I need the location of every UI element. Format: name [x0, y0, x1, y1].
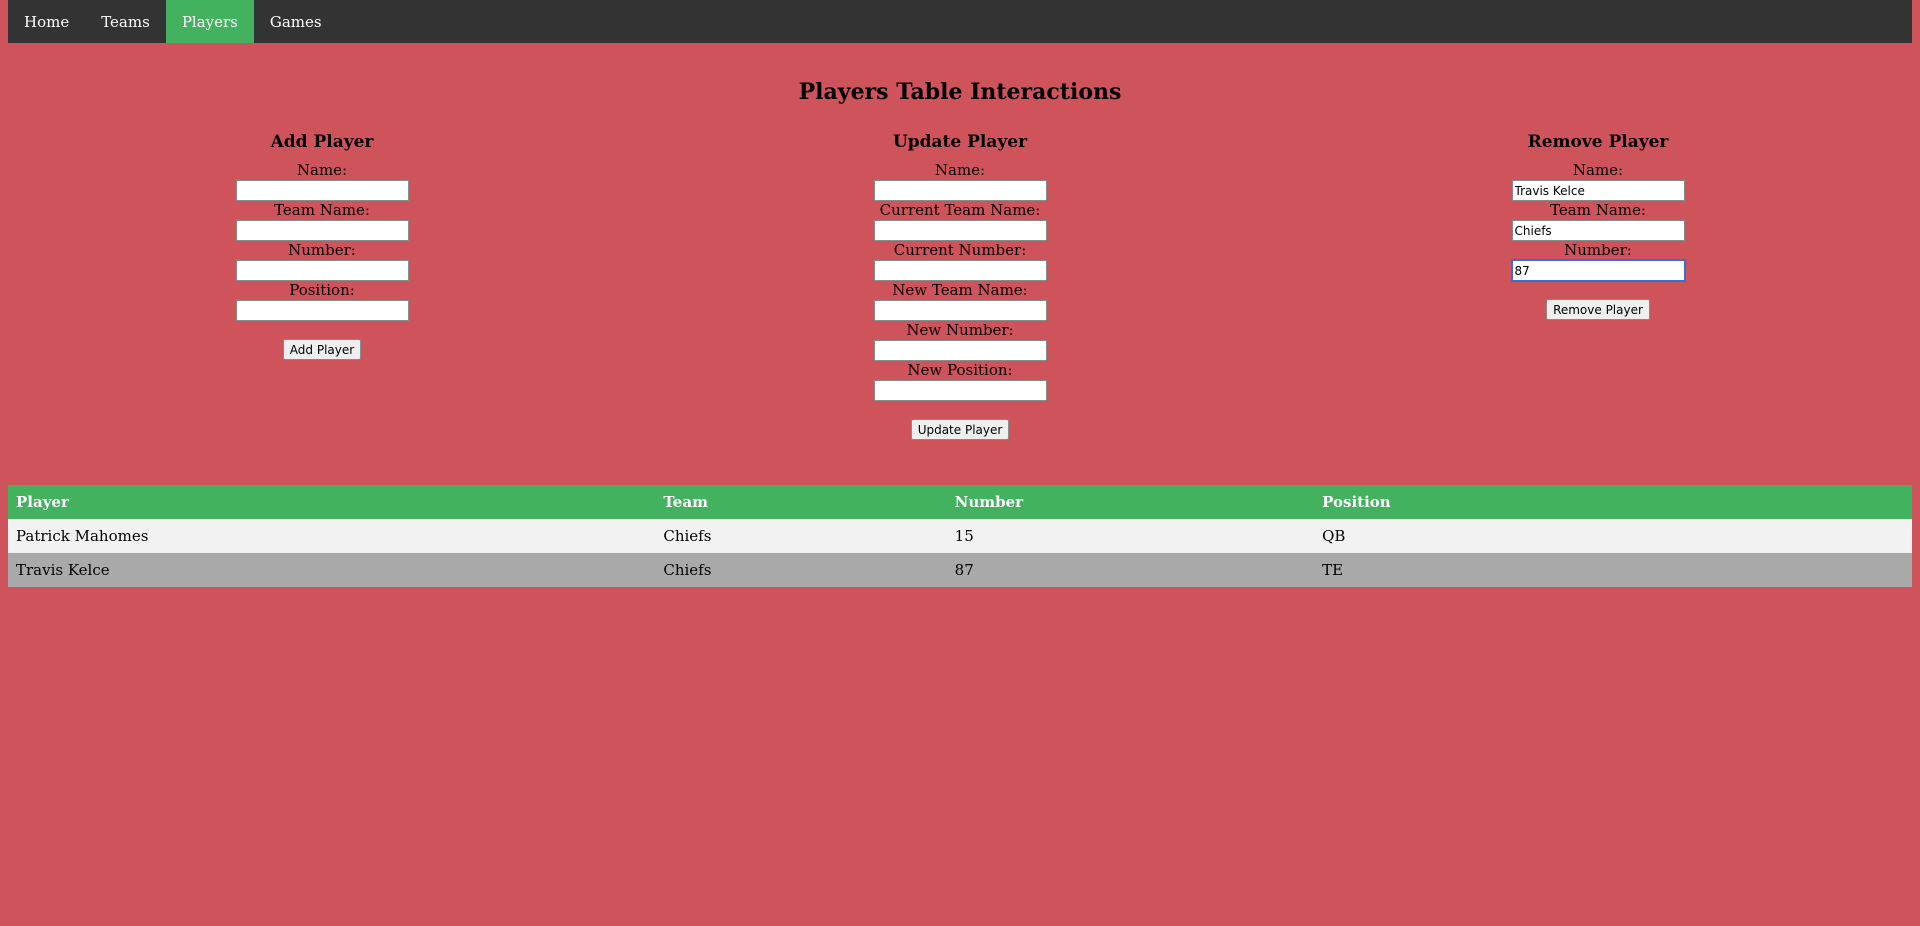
forms-row: Add Player Name: Team Name: Number: Posi…: [8, 123, 1912, 440]
table-row: Patrick Mahomes Chiefs 15 QB: [8, 519, 1912, 553]
players-table: Player Team Number Position Patrick Maho…: [8, 485, 1912, 587]
remove-team-label: Team Name:: [1550, 201, 1646, 219]
update-new-number-input[interactable]: [873, 340, 1047, 361]
update-name-label: Name:: [934, 161, 986, 179]
update-new-position-label: New Position:: [907, 361, 1013, 379]
cell-position: QB: [1314, 519, 1912, 553]
cell-player: Travis Kelce: [8, 553, 656, 587]
nav-players-link[interactable]: Players: [165, 0, 254, 43]
add-name-label: Name:: [296, 161, 348, 179]
add-position-input[interactable]: [235, 300, 409, 321]
update-name-input[interactable]: [873, 180, 1047, 201]
header-number: Number: [946, 485, 1315, 519]
add-player-form: Add Player Name: Team Name: Number: Posi…: [8, 123, 636, 440]
cell-position: TE: [1314, 553, 1912, 587]
remove-name-input[interactable]: [1511, 180, 1685, 201]
update-current-number-label: Current Number:: [893, 241, 1027, 259]
table-header-row: Player Team Number Position: [8, 485, 1912, 519]
nav-games-link[interactable]: Games: [254, 0, 338, 43]
add-number-label: Number:: [288, 241, 356, 259]
update-new-team-input[interactable]: [873, 300, 1047, 321]
remove-number-input[interactable]: [1510, 259, 1686, 282]
page-title: Players Table Interactions: [798, 79, 1122, 105]
nav-teams-link[interactable]: Teams: [85, 0, 166, 43]
header-team: Team: [655, 485, 947, 519]
update-current-team-label: Current Team Name:: [879, 201, 1041, 219]
cell-player: Patrick Mahomes: [8, 519, 656, 553]
remove-number-label: Number:: [1564, 241, 1632, 259]
update-current-team-input[interactable]: [873, 220, 1047, 241]
cell-number: 87: [946, 553, 1315, 587]
add-name-input[interactable]: [235, 180, 409, 201]
update-new-number-label: New Number:: [906, 321, 1014, 339]
header-position: Position: [1314, 485, 1912, 519]
remove-player-title: Remove Player: [1527, 132, 1669, 152]
cell-team: Chiefs: [655, 519, 947, 553]
add-team-label: Team Name:: [274, 201, 370, 219]
update-player-title: Update Player: [892, 132, 1028, 152]
add-player-title: Add Player: [270, 132, 374, 152]
add-team-input[interactable]: [235, 220, 409, 241]
remove-name-label: Name:: [1572, 161, 1624, 179]
update-new-position-input[interactable]: [873, 380, 1047, 401]
update-player-button[interactable]: Update Player: [910, 419, 1010, 440]
page: Home Teams Players Games Players Table I…: [0, 0, 1920, 926]
nav-home-link[interactable]: Home: [8, 0, 85, 43]
top-navbar: Home Teams Players Games: [8, 0, 1912, 43]
cell-team: Chiefs: [655, 553, 947, 587]
cell-number: 15: [946, 519, 1315, 553]
remove-team-input[interactable]: [1511, 220, 1685, 241]
update-new-team-label: New Team Name:: [892, 281, 1028, 299]
remove-player-button[interactable]: Remove Player: [1546, 299, 1650, 320]
add-number-input[interactable]: [235, 260, 409, 281]
add-position-label: Position:: [289, 281, 355, 299]
remove-player-form: Remove Player Name: Team Name: Number: R…: [1284, 123, 1912, 440]
table-row: Travis Kelce Chiefs 87 TE: [8, 553, 1912, 587]
header-player: Player: [8, 485, 656, 519]
update-player-form: Update Player Name: Current Team Name: C…: [646, 123, 1274, 440]
update-current-number-input[interactable]: [873, 260, 1047, 281]
add-player-button[interactable]: Add Player: [282, 339, 362, 360]
